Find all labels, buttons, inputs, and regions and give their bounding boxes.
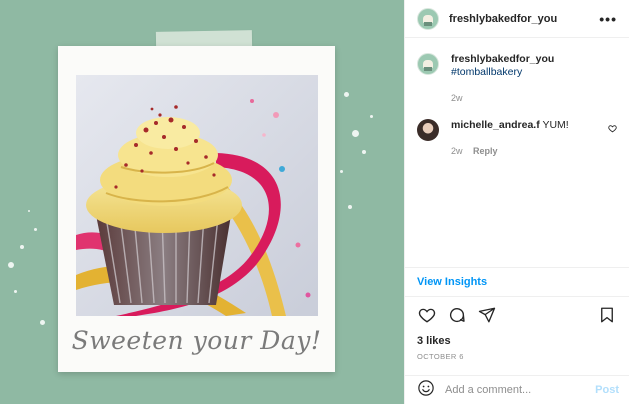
comment-text: YUM! — [542, 119, 569, 131]
handwritten-caption: Sweeten your Day! — [71, 326, 322, 355]
paint-splatter — [8, 262, 14, 268]
likes-count[interactable]: 3 likes — [417, 335, 451, 347]
comments-list: freshlybakedfor_you #tomballbakery 2w mi… — [405, 39, 629, 267]
avatar[interactable] — [417, 7, 439, 30]
hashtag-link[interactable]: #tomballbakery — [451, 66, 617, 79]
post-header: freshlybakedfor_you ••• — [405, 0, 629, 38]
action-bar — [417, 304, 617, 326]
cupcake-photo — [76, 75, 318, 316]
paint-splatter — [20, 245, 24, 249]
paint-splatter — [340, 170, 343, 173]
polaroid-frame: Sweeten your Day! — [58, 46, 335, 372]
cupcake-logo-icon — [423, 60, 433, 71]
comment-meta: 2w — [451, 92, 617, 105]
list-item: freshlybakedfor_you #tomballbakery 2w — [417, 53, 617, 105]
paint-splatter — [362, 150, 366, 154]
comment-meta: 2w Reply — [451, 145, 602, 158]
like-icon[interactable] — [417, 305, 437, 325]
post-comment-button[interactable]: Post — [595, 384, 619, 396]
paint-splatter — [28, 210, 30, 212]
paint-splatter — [348, 205, 352, 209]
avatar[interactable] — [417, 53, 439, 75]
paint-splatter — [34, 228, 37, 231]
paint-splatter — [352, 130, 359, 137]
more-options-icon[interactable]: ••• — [599, 11, 617, 27]
add-comment-bar: Post — [405, 375, 629, 404]
header-username[interactable]: freshlybakedfor_you — [449, 13, 599, 25]
avatar[interactable] — [417, 119, 439, 141]
paint-splatter — [14, 290, 17, 293]
comment-username[interactable]: michelle_andrea.f — [451, 119, 540, 131]
list-item: michelle_andrea.f YUM! 2w Reply — [417, 119, 617, 158]
emoji-icon[interactable] — [417, 379, 435, 402]
share-icon[interactable] — [477, 305, 497, 325]
paint-splatter — [370, 115, 373, 118]
post-image[interactable]: Sweeten your Day! — [0, 0, 404, 404]
reply-button[interactable]: Reply — [473, 146, 498, 156]
cupcake-logo-icon — [423, 14, 433, 26]
save-icon[interactable] — [597, 305, 617, 325]
comment-age: 2w — [451, 93, 463, 103]
comment-input[interactable] — [445, 384, 596, 396]
paint-splatter — [40, 320, 45, 325]
comment-body: freshlybakedfor_you #tomballbakery 2w — [451, 53, 617, 105]
post-date: OCTOBER 6 — [417, 352, 464, 361]
paint-splatter — [344, 92, 349, 97]
comment-like-icon[interactable] — [608, 120, 617, 158]
comment-age: 2w — [451, 146, 463, 156]
comment-username[interactable]: freshlybakedfor_you — [451, 53, 617, 66]
post-side-panel: freshlybakedfor_you ••• freshlybakedfor_… — [404, 0, 629, 404]
view-insights-link[interactable]: View Insights — [405, 267, 629, 297]
comment-icon[interactable] — [447, 305, 467, 325]
comment-body: michelle_andrea.f YUM! 2w Reply — [451, 119, 602, 158]
